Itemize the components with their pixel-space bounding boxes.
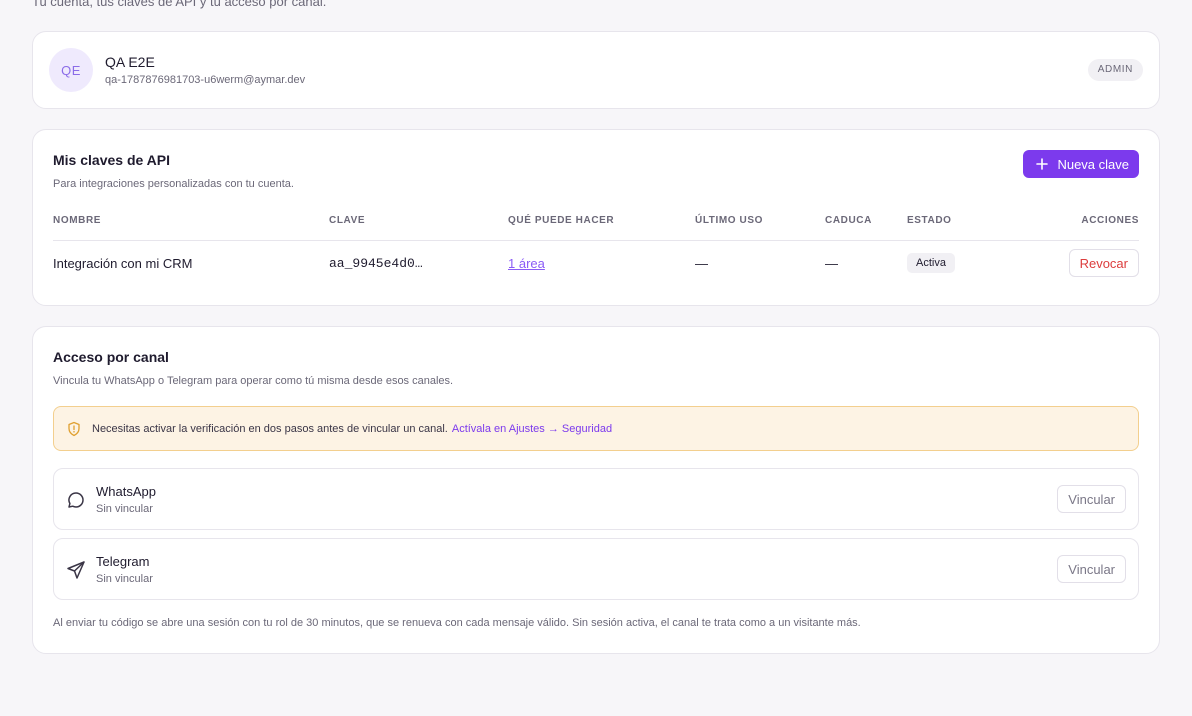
two-factor-warning: Necesitas activar la verificación en dos… <box>53 406 1139 451</box>
channel-name: WhatsApp <box>96 484 156 499</box>
revoke-button[interactable]: Revocar <box>1068 249 1139 278</box>
profile-email: qa-1787876981703-u6werm@aymar.dev <box>105 74 306 86</box>
channel-name: Telegram <box>96 554 150 569</box>
status-badge: Activa <box>907 253 955 274</box>
link-telegram-button[interactable]: Vincular <box>1057 555 1126 583</box>
col-actions: Acciones <box>1027 210 1139 241</box>
profile-card: QE QA E2E qa-1787876981703-u6werm@aymar.… <box>32 31 1160 109</box>
col-scope: Qué puede hacer <box>508 210 695 241</box>
settings-security-link[interactable]: Actívala en Ajustes → Seguridad <box>452 423 612 435</box>
new-key-button[interactable]: Nueva clave <box>1023 150 1139 178</box>
api-keys-description: Para integraciones personalizadas con tu… <box>53 178 294 190</box>
channels-title: Acceso por canal <box>53 349 169 365</box>
col-key: Clave <box>329 210 508 241</box>
key-name: Integración con mi CRM <box>53 255 193 271</box>
table-row: Integración con mi CRM aa_9945e4d0… 1 ár… <box>53 240 1139 286</box>
api-keys-title: Mis claves de API <box>53 152 170 168</box>
channel-access-card: Acceso por canal Vincula tu WhatsApp o T… <box>32 326 1160 654</box>
avatar: QE <box>49 48 93 92</box>
plus-icon <box>1036 158 1049 170</box>
session-footnote: Al enviar tu código se abre una sesión c… <box>53 617 861 629</box>
key-value: aa_9945e4d0… <box>329 255 423 271</box>
key-expires: — <box>825 255 838 271</box>
key-scope-link[interactable]: 1 área <box>508 256 545 271</box>
channel-row-whatsapp: WhatsApp Sin vincular Vincular <box>53 468 1139 530</box>
col-expires: Caduca <box>825 210 907 241</box>
new-key-label: Nueva clave <box>1057 156 1129 172</box>
col-name: Nombre <box>53 210 329 241</box>
table-header-row: Nombre Clave Qué puede hacer Último uso … <box>53 210 1139 241</box>
link-whatsapp-button[interactable]: Vincular <box>1057 485 1126 513</box>
message-circle-icon <box>68 492 84 508</box>
channel-row-telegram: Telegram Sin vincular Vincular <box>53 538 1139 600</box>
channel-status: Sin vincular <box>96 573 153 585</box>
key-last-used: — <box>695 255 708 271</box>
send-icon <box>67 561 85 579</box>
warning-text: Necesitas activar la verificación en dos… <box>92 422 448 435</box>
col-last-used: Último uso <box>695 210 825 241</box>
channels-description: Vincula tu WhatsApp o Telegram para oper… <box>53 375 454 387</box>
role-badge: ADMIN <box>1087 59 1143 81</box>
channel-status: Sin vincular <box>96 503 153 515</box>
api-keys-card: Mis claves de API Para integraciones per… <box>32 129 1160 306</box>
col-status: Estado <box>907 210 1027 241</box>
profile-name: QA E2E <box>105 54 155 70</box>
shield-alert-icon <box>68 421 80 436</box>
page-subtitle: Tu cuenta, tus claves de API y tu acceso… <box>32 0 327 9</box>
api-keys-table: Nombre Clave Qué puede hacer Último uso … <box>53 210 1139 286</box>
